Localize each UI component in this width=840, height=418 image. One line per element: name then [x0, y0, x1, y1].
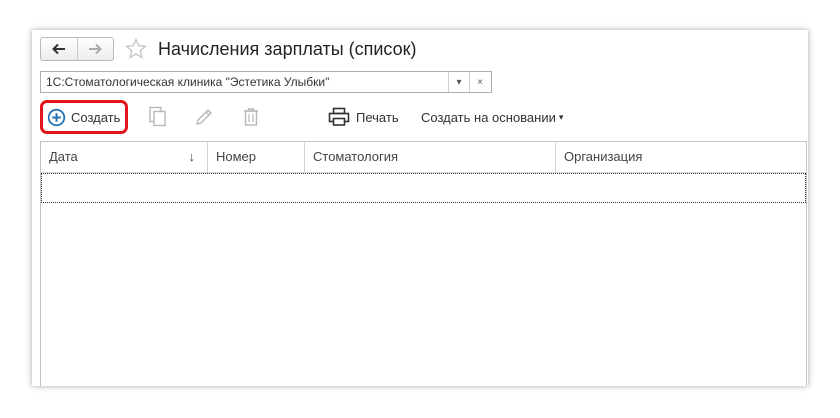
- main-window: Начисления зарплаты (список) 1С:Стоматол…: [32, 30, 808, 386]
- forward-button[interactable]: [76, 38, 114, 60]
- create-based-on-label: Создать на основании: [421, 109, 556, 125]
- trash-icon: [244, 108, 258, 126]
- column-header-label: Стоматология: [313, 149, 399, 164]
- close-icon: ×: [477, 76, 483, 88]
- column-header-dentistry[interactable]: Стоматология: [305, 142, 556, 172]
- create-button-label: Создать: [71, 109, 121, 125]
- pencil-icon: [196, 109, 212, 125]
- table-header: Дата ↓ Номер Стоматология Организация: [41, 142, 806, 173]
- arrow-left-icon: [51, 43, 65, 55]
- chevron-down-icon: ▾: [456, 76, 462, 88]
- copy-icon: [149, 106, 166, 127]
- page-title: Начисления зарплаты (список): [158, 39, 417, 59]
- back-button[interactable]: [41, 38, 77, 60]
- favorite-button[interactable]: [124, 37, 148, 61]
- organization-value: 1С:Стоматологическая клиника "Эстетика У…: [46, 75, 330, 89]
- documents-table[interactable]: Дата ↓ Номер Стоматология Организация: [40, 141, 807, 386]
- edit-button[interactable]: [192, 102, 216, 132]
- print-button-label: Печать: [356, 109, 399, 125]
- print-button[interactable]: Печать: [328, 102, 399, 132]
- copy-button[interactable]: [146, 102, 170, 132]
- create-based-on-button[interactable]: Создать на основании ▾: [421, 102, 563, 132]
- column-header-number[interactable]: Номер: [208, 142, 305, 172]
- star-icon: [124, 37, 148, 59]
- organization-dropdown-button[interactable]: ▾: [448, 72, 469, 92]
- organization-field[interactable]: 1С:Стоматологическая клиника "Эстетика У…: [40, 71, 492, 93]
- table-row[interactable]: [41, 173, 806, 203]
- column-header-date[interactable]: Дата ↓: [41, 142, 208, 172]
- arrow-right-icon: [89, 43, 103, 55]
- navigation-buttons: [40, 37, 114, 61]
- plus-circle-icon: [47, 108, 66, 126]
- chevron-down-icon: ▾: [558, 111, 564, 122]
- printer-icon: [328, 107, 350, 126]
- toolbar: Создать Печать Создать на основании ▾: [40, 100, 800, 134]
- column-header-label: Номер: [216, 149, 257, 164]
- sort-arrow-icon: ↓: [188, 149, 196, 164]
- column-header-organization[interactable]: Организация: [556, 142, 806, 172]
- delete-button[interactable]: [239, 102, 263, 132]
- column-header-label: Дата: [49, 149, 78, 164]
- column-header-label: Организация: [564, 149, 643, 164]
- create-button[interactable]: Создать: [40, 100, 128, 134]
- organization-clear-button[interactable]: ×: [469, 72, 490, 92]
